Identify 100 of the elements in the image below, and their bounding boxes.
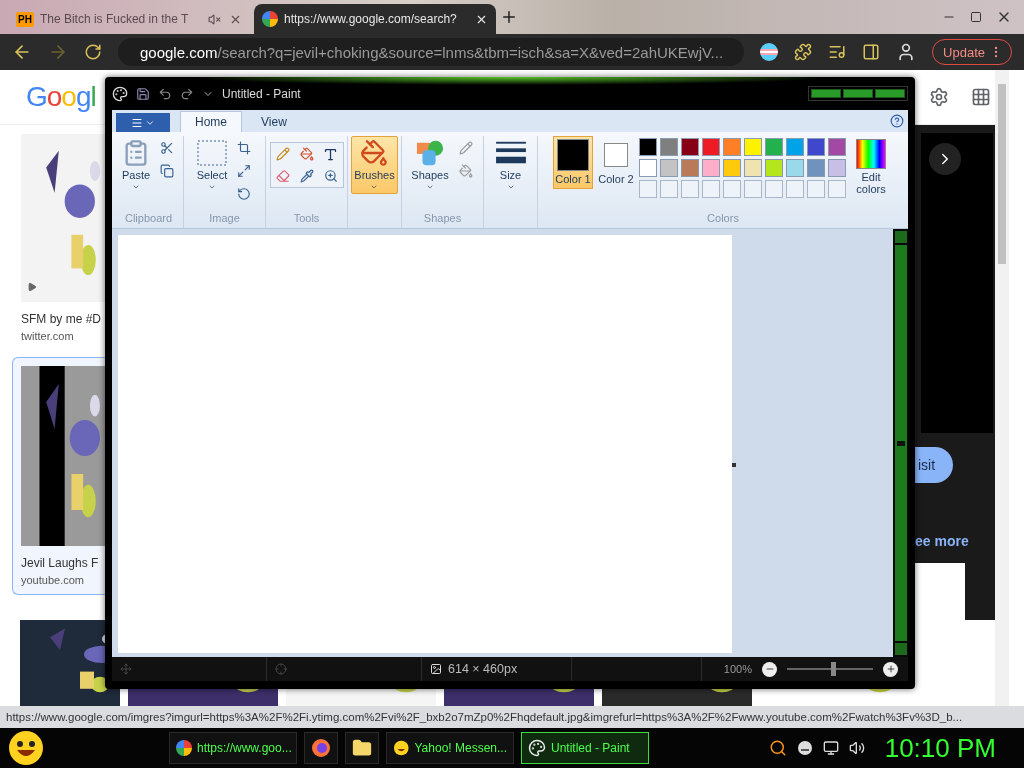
settings-icon[interactable] [929,87,949,107]
palette-swatch[interactable] [639,138,657,156]
palette-swatch[interactable] [786,159,804,177]
result-source: twitter.com [21,330,75,342]
group-label: Tools [293,212,320,226]
empty-swatch[interactable] [702,180,720,198]
palette-swatch[interactable] [807,159,825,177]
palette-swatch[interactable] [681,138,699,156]
selection-icon [197,139,227,167]
minimize-button[interactable] [811,89,841,98]
browser-tab[interactable]: PH The Bitch is Fucked in the T [8,4,250,34]
flag-icon[interactable] [760,43,779,61]
clock[interactable]: 10:10 PM [884,732,1016,764]
taskbar-button[interactable] [345,732,379,764]
palette-swatch[interactable] [765,159,783,177]
restore-icon[interactable] [970,11,982,23]
image-result-card[interactable]: SFM by me #D twitter.com [12,133,105,343]
palette-swatch[interactable] [786,138,804,156]
palette-swatch[interactable] [828,138,846,156]
palette-swatch[interactable] [702,159,720,177]
caret-icon [506,183,515,191]
shapes-button[interactable]: Shapes [408,136,452,194]
zoom-in-button[interactable] [883,661,898,677]
palette-swatch[interactable] [702,138,720,156]
result-image [915,563,965,620]
help-icon[interactable] [890,114,904,128]
smiley-icon[interactable] [796,740,813,756]
empty-swatch[interactable] [660,180,678,198]
save-icon[interactable] [136,86,150,101]
zoom-out-button[interactable] [762,661,777,677]
group-label: Clipboard [124,212,173,226]
browser-tab[interactable]: https://www.google.com/search? [254,4,496,34]
ribbon-tab[interactable]: View [246,111,302,132]
google-logo[interactable]: Googl [26,81,96,113]
palette-swatch[interactable] [807,138,825,156]
mute-icon[interactable] [208,12,221,26]
link-status: https://www.google.com/imgres?imgurl=https%3A%2F%2Fi.ytimg.com%2Fvi%2F_bxb2o7mZp0%2Fhqdefault.jpg&imgrefurl=https%3A%2F%2Fwww.youtube.com%2Fwatch%3Fv%3D_b... [0,706,1024,728]
network-icon[interactable] [822,740,839,756]
smiley-start-icon[interactable] [8,730,44,766]
palette-swatch[interactable] [723,138,741,156]
empty-swatch[interactable] [681,180,699,198]
next-button[interactable] [929,143,961,175]
empty-swatch[interactable] [765,180,783,198]
reload-icon[interactable] [84,43,102,61]
palette-swatch[interactable] [723,159,741,177]
redo-icon[interactable] [180,86,194,101]
bucket-icon [458,164,473,178]
empty-swatch[interactable] [807,180,825,198]
palette-swatch[interactable] [681,159,699,177]
empty-swatch[interactable] [639,180,657,198]
empty-swatch[interactable] [744,180,762,198]
empty-swatch[interactable] [723,180,741,198]
paste-button[interactable]: Paste [118,136,154,194]
volume-icon[interactable] [848,740,865,756]
new-tab-icon[interactable] [500,8,518,26]
undo-icon[interactable] [158,86,172,101]
empty-swatch[interactable] [828,180,846,198]
app-menu-button[interactable] [116,113,170,132]
group-label: Colors [707,212,739,226]
palette-swatch[interactable] [828,159,846,177]
playlist-icon[interactable] [828,43,847,61]
paint-icon[interactable] [112,85,128,102]
chrome-icon [176,740,192,756]
taskbar-button[interactable]: https://www.goo... [169,732,297,764]
color-slot-button[interactable]: Color 2 [596,136,636,189]
image-result-card[interactable]: Jevil Laughs F youtube.com [12,357,105,595]
zoom-thumb[interactable] [831,662,837,676]
maximize-button[interactable] [843,89,873,98]
select-button[interactable]: Select [193,136,231,194]
apps-icon[interactable] [971,87,991,107]
search-icon[interactable] [768,739,787,757]
taskbar-button[interactable]: Untitled - Paint [521,732,649,764]
scrollbar[interactable] [893,229,908,657]
palette-swatch[interactable] [639,159,657,177]
empty-swatch[interactable] [786,180,804,198]
taskbar-button[interactable]: Yahoo! Messen... [386,732,514,764]
address-bar[interactable]: google.com/search?q=jevil+choking&source=lnms&tbm=isch&sa=X&ved=2ahUKEwjV... [118,38,745,66]
palette-swatch[interactable] [660,159,678,177]
palette-swatch[interactable] [765,138,783,156]
color-slot-button[interactable]: Color 1 [553,136,593,189]
palette-swatch[interactable] [744,138,762,156]
close-button[interactable] [875,89,905,98]
palette-swatch[interactable] [660,138,678,156]
puzzle-icon[interactable] [794,43,813,61]
brushes-button[interactable]: Brushes [351,136,398,194]
size-button[interactable]: Size [492,136,529,194]
palette-swatch[interactable] [744,159,762,177]
zoom-level: 100% [723,663,752,675]
side-panel-icon[interactable] [862,43,881,61]
see-more-link[interactable]: ee more [915,497,969,549]
resize-icon [237,164,252,178]
shapes-icon [415,139,445,167]
resize-handle[interactable] [732,463,736,467]
caret-icon [208,183,216,191]
visit-button[interactable]: isit [915,447,953,483]
window-title: Untitled - Paint [222,86,301,101]
edit-colors-button[interactable]: Edit colors [849,136,893,198]
ribbon-tab[interactable]: Home [180,111,242,132]
taskbar-button[interactable] [304,732,338,764]
scrollbar[interactable] [995,70,1009,706]
